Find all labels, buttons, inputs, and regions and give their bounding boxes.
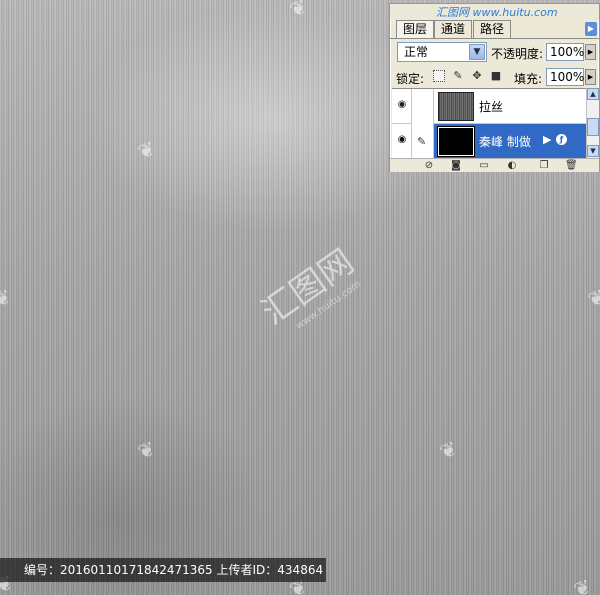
watermark-mark-icon: ❦ [570,573,595,595]
link-layers-icon[interactable]: ⊘ [423,160,435,172]
link-cell[interactable]: ✎ [412,124,434,159]
watermark-mark-icon: ❦ [436,435,461,465]
layers-panel: 汇图网 www.huitu.com 图层 通道 路径 ▶ 正常 ▼ 不透明度: … [389,3,600,172]
tab-channels[interactable]: 通道 [434,20,473,38]
layer-name[interactable]: 拉丝 [479,98,503,115]
chevron-down-icon[interactable]: ▼ [469,44,485,60]
opacity-input[interactable]: 100% [546,43,584,61]
image-info-footer: 编号：20160110171842471365 上传者ID：434864 [0,558,326,582]
opacity-label: 不透明度: [491,47,544,61]
layers-bottom-toolbar: ⊘ ◙ ▭ ◐ ❐ 🗑 [390,158,599,172]
lock-position-move-icon[interactable]: ✥ [471,70,483,82]
fill-slider-arrow-icon[interactable]: ▶ [585,69,596,85]
tab-paths[interactable]: 路径 [473,20,512,38]
layer-row-qinfeng[interactable]: ◉ ✎ 秦峰 制做 ▶ ƒ [392,124,586,159]
layer-effects-icon[interactable]: ƒ [556,134,567,145]
watermark-mark-icon: ❦ [584,283,600,313]
fill-label: 填充: [514,72,543,86]
scroll-up-icon[interactable]: ▲ [587,88,599,100]
blend-mode-select[interactable]: 正常 ▼ [397,42,487,62]
brush-icon: ✎ [417,135,427,148]
watermark-mark-icon: ❦ [134,435,159,465]
fill-input[interactable]: 100% [546,68,584,86]
tab-layers[interactable]: 图层 [396,20,435,38]
layer-row-lasi[interactable]: ◉ 拉丝 [392,89,586,124]
watermark-mark-icon: ❦ [134,135,159,165]
eye-icon[interactable]: ◉ [396,100,408,110]
lock-label: 锁定: [396,72,425,86]
visibility-cell[interactable]: ◉ [392,89,412,124]
layer-thumbnail [438,92,474,121]
watermark-mark-icon: ❦ [286,0,311,23]
link-cell[interactable] [412,89,434,124]
lock-transparency-icon[interactable] [433,70,445,82]
layer-name[interactable]: 秦峰 制做 [479,133,531,150]
add-mask-icon[interactable]: ◙ [450,160,462,172]
new-group-folder-icon[interactable]: ▭ [478,160,490,172]
site-watermark: 汇图网 www.huitu.com [436,6,558,19]
scroll-down-icon[interactable]: ▼ [587,145,599,157]
lock-all-padlock-icon[interactable]: ■ [490,70,502,82]
visibility-cell[interactable]: ◉ [392,124,412,159]
layers-list: ◉ 拉丝 ◉ ✎ 秦峰 制做 ▶ ƒ [392,88,586,159]
panel-title-bar: 汇图网 www.huitu.com [390,4,599,20]
opacity-slider-arrow-icon[interactable]: ▶ [585,44,596,60]
adjustment-layer-icon[interactable]: ◐ [506,160,518,172]
expand-effects-arrow-icon[interactable]: ▶ [543,133,551,146]
layer-thumbnail [438,127,474,156]
lock-image-brush-icon[interactable]: ✎ [452,70,464,82]
panel-menu-arrow-icon[interactable]: ▶ [585,22,597,36]
eye-icon[interactable]: ◉ [396,135,408,145]
scrollbar-thumb[interactable] [587,118,599,136]
layers-scrollbar[interactable]: ▲ ▼ [586,88,599,158]
watermark-mark-icon: ❦ [0,283,15,313]
tab-strip-divider [390,38,599,39]
trash-icon[interactable]: 🗑 [565,160,578,172]
blend-mode-value: 正常 [404,45,429,59]
new-layer-icon[interactable]: ❐ [538,160,550,172]
